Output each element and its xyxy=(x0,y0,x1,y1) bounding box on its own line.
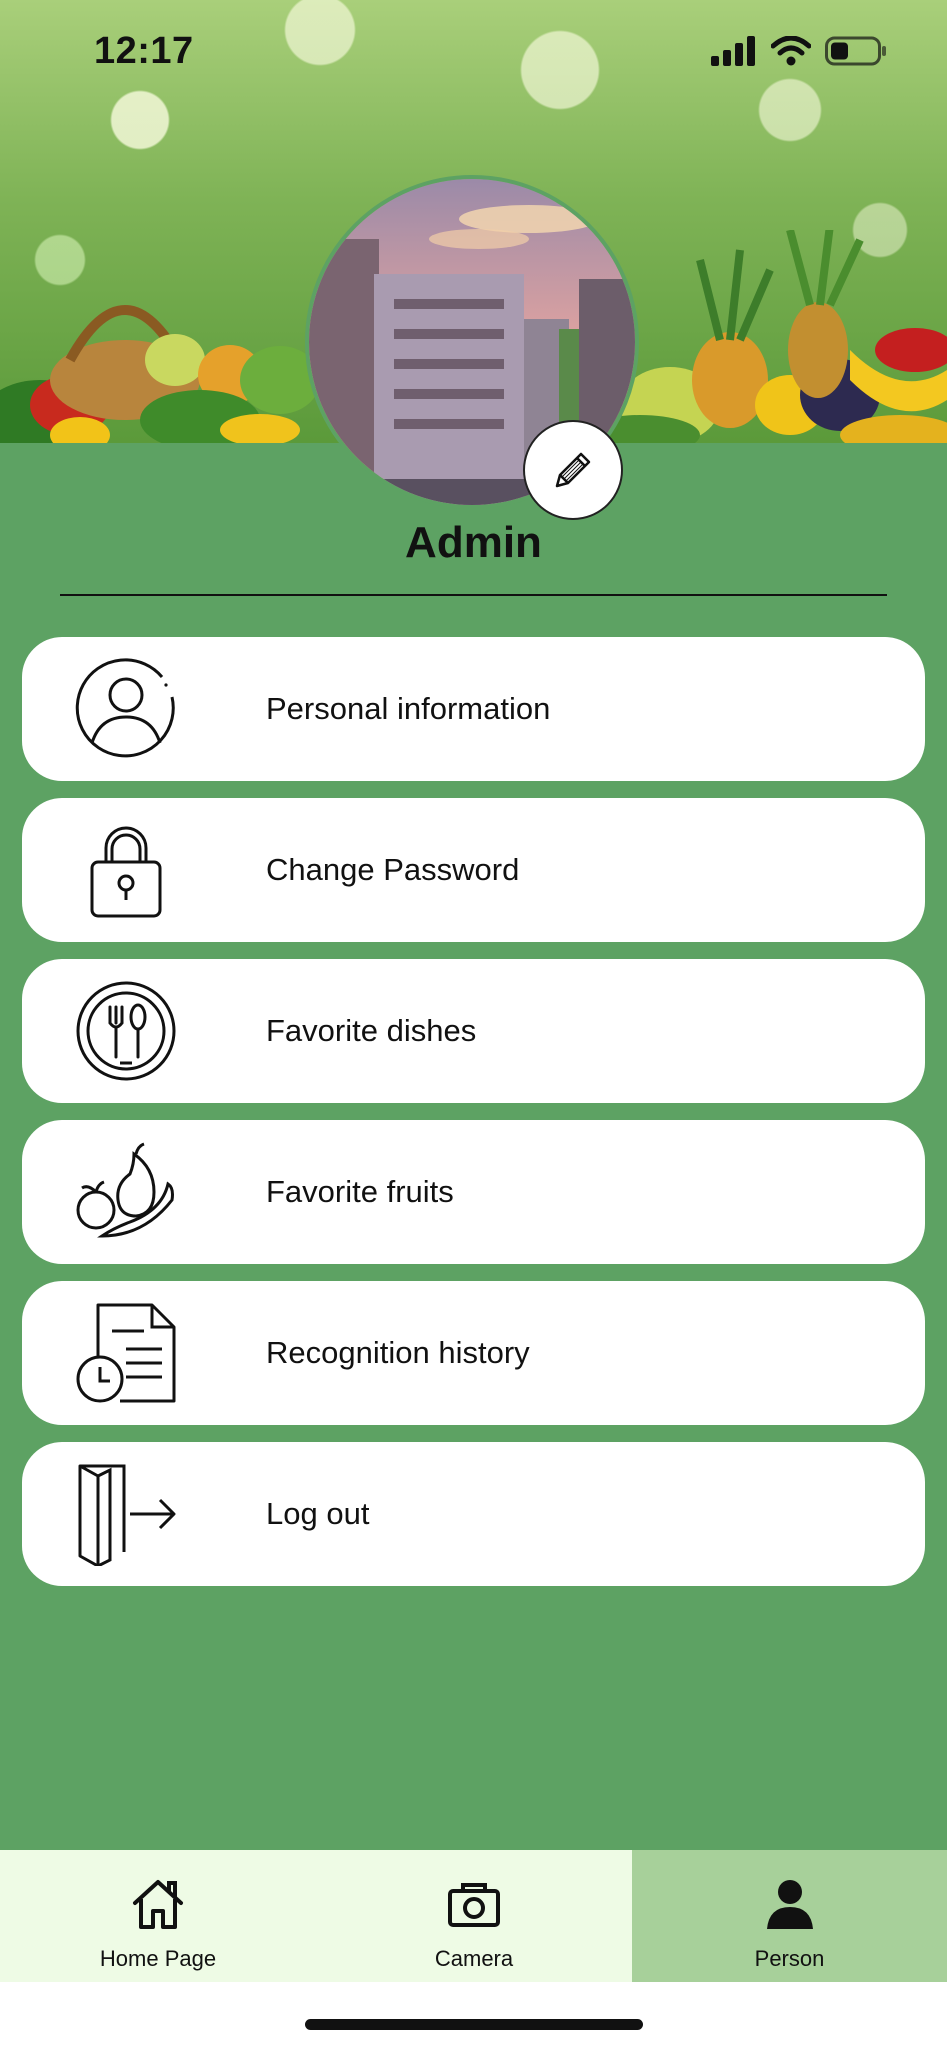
home-icon xyxy=(133,1880,183,1929)
user-name: Admin xyxy=(405,518,542,567)
document-clock-icon xyxy=(76,1303,176,1403)
user-circle-icon xyxy=(75,658,175,758)
tab-home-page[interactable]: Home Page xyxy=(0,1850,316,1982)
person-icon xyxy=(766,1880,813,1929)
status-icons xyxy=(711,36,887,66)
menu-item-label: Favorite dishes xyxy=(266,1013,477,1048)
edit-avatar-button[interactable] xyxy=(523,420,623,520)
menu-item-personal-information[interactable]: Personal information xyxy=(22,637,925,781)
fruits-icon xyxy=(76,1142,174,1238)
menu-item-label: Recognition history xyxy=(266,1335,530,1370)
status-bar: 12:17 xyxy=(0,0,947,108)
wifi-icon xyxy=(771,36,811,66)
tab-label: Person xyxy=(754,1946,825,1971)
tab-label: Home Page xyxy=(99,1946,217,1971)
camera-icon xyxy=(448,1883,500,1927)
menu-item-log-out[interactable]: Log out xyxy=(22,1442,925,1586)
menu-item-favorite-dishes[interactable]: Favorite dishes xyxy=(22,959,925,1103)
home-indicator xyxy=(305,2019,643,2030)
menu-item-label: Favorite fruits xyxy=(266,1174,454,1209)
plate-utensils-icon xyxy=(76,981,176,1081)
bottom-tab-bar: Home Page Camera Person xyxy=(0,1850,947,1982)
tab-label: Camera xyxy=(434,1946,514,1971)
menu-item-label: Log out xyxy=(266,1496,370,1531)
menu-item-recognition-history[interactable]: Recognition history xyxy=(22,1281,925,1425)
padlock-icon xyxy=(90,826,162,918)
pencil-icon xyxy=(555,452,591,488)
menu-item-label: Personal information xyxy=(266,691,551,726)
menu-item-label: Change Password xyxy=(266,852,520,887)
menu-item-change-password[interactable]: Change Password xyxy=(22,798,925,942)
divider xyxy=(60,594,887,596)
signal-icon xyxy=(711,36,755,66)
tab-camera[interactable]: Camera xyxy=(316,1850,632,1982)
menu-item-favorite-fruits[interactable]: Favorite fruits xyxy=(22,1120,925,1264)
battery-icon xyxy=(825,36,886,66)
profile-menu: Personal information Change Password Fav… xyxy=(22,637,925,1603)
tab-person[interactable]: Person xyxy=(632,1850,947,1982)
door-exit-icon xyxy=(78,1464,176,1566)
status-time: 12:17 xyxy=(94,30,194,72)
